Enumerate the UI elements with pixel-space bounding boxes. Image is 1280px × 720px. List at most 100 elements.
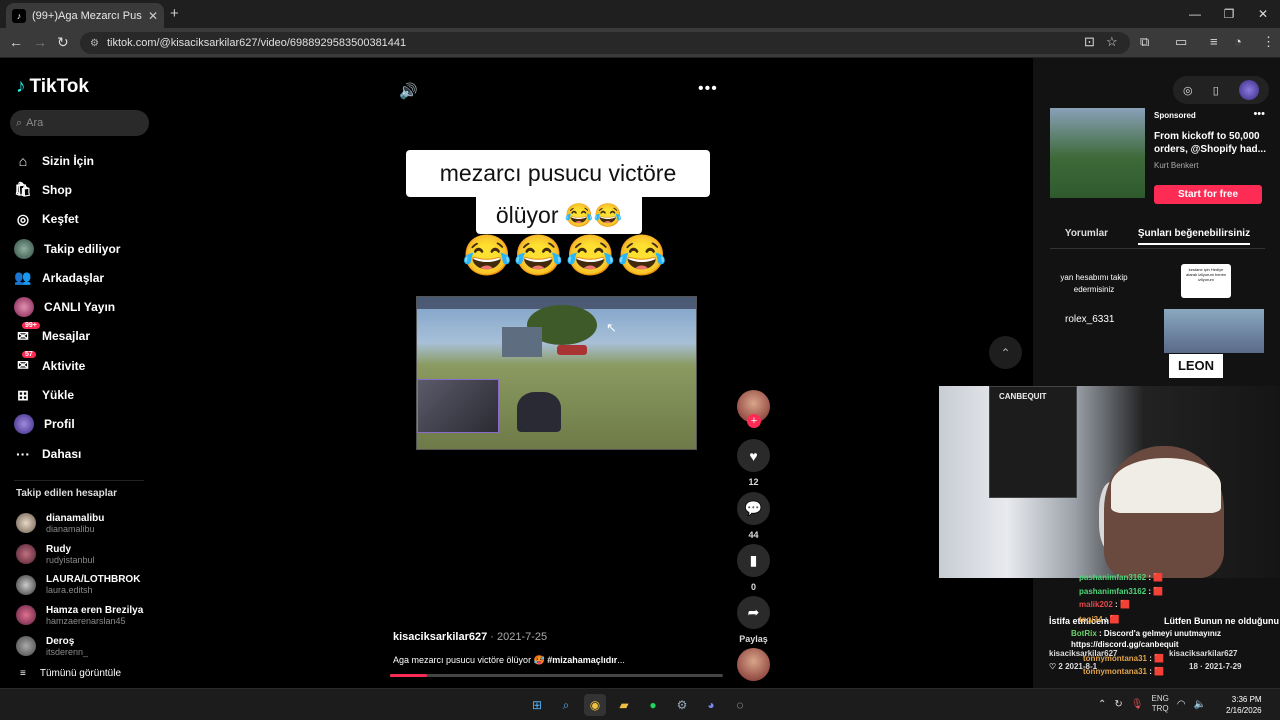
menu-item-for-you[interactable]: ⌂ Sizin İçin [14,146,120,175]
start-icon[interactable]: ⊞ [526,694,548,716]
chat-message: pashanimfan3162 : 🟥 [1079,587,1163,596]
chrome-icon[interactable]: ◉ [584,694,606,716]
game-player [517,392,561,432]
menu-item-following[interactable]: Takip ediliyor [14,234,120,263]
menu-item-shop[interactable]: 🛍 Shop [14,175,120,204]
recommendation-text-1[interactable]: yan hesabımı takip edermisiniz [1055,272,1133,296]
url-field[interactable]: ⚙ tiktok.com/@kisaciksarkilar627/video/6… [80,32,1130,54]
sound-avatar-button[interactable] [737,648,770,681]
chat-user: pashanimfan3162 [1079,573,1147,582]
spotify-icon[interactable]: ● [642,694,664,716]
obs-icon[interactable]: ◌ [729,694,751,716]
file-explorer-icon[interactable]: ▰ [613,694,635,716]
speaker-icon[interactable]: 🔈 [1194,699,1206,710]
volume-icon[interactable]: 🔊 [399,82,418,100]
minimize-icon[interactable]: — [1178,0,1212,28]
bookmark-star-icon[interactable]: ☆ [1106,34,1118,50]
account-item[interactable]: LAURA/LOTHBROK laura.editsh [16,569,143,600]
menu-item-explore[interactable]: ◎ Keşfet [14,205,120,234]
author-avatar: + [737,390,770,428]
back-icon[interactable]: ← [9,34,23,50]
previous-video-button[interactable]: ⌃ [989,336,1022,369]
search-taskbar-icon[interactable]: ⌕ [555,694,577,716]
menu-item-profile[interactable]: Profil [14,410,120,439]
menu-item-friends[interactable]: 👥 Arkadaşlar [14,263,120,292]
clock-time: 3:36 PM [1231,695,1262,704]
compass-small-icon[interactable]: ◎ [1183,84,1193,97]
tiktok-logo[interactable]: ♪ TikTok [16,76,89,98]
browser-menu-icon[interactable]: ⋮ [1262,34,1275,50]
ad-more-icon[interactable]: ••• [1253,108,1265,120]
restore-icon[interactable]: ❐ [1212,0,1246,28]
sound-avatar [737,648,770,681]
site-info-icon[interactable]: ⚙ [90,38,99,49]
chat-message: pashanimfan3162 : 🟥 [1079,573,1163,582]
forward-icon[interactable]: → [33,34,47,50]
save-count: 0 [750,582,756,592]
ad-thumbnail[interactable] [1050,108,1145,198]
account-handle: dianamalibu [46,523,95,534]
view-all-link[interactable]: ≡ Tümünü görüntüle [20,668,121,679]
menu-item-activity[interactable]: ✉ 57 Aktivite [14,351,120,380]
device-icon[interactable]: ▯ [1213,84,1219,97]
comment-button[interactable]: 💬 [737,492,770,525]
sponsored-ad[interactable]: Sponsored ••• From kickoff to 50,000 ord… [1050,108,1266,208]
microphone-icon[interactable]: 🎙 [1131,699,1144,710]
network-icon[interactable]: ↻ [1114,699,1122,710]
media-icon[interactable]: ≡ [1210,34,1218,49]
like-action: ♥ 12 [737,439,770,487]
menu-item-live[interactable]: CANLI Yayın [14,292,120,321]
menu-item-more[interactable]: ··· Dahası [14,439,120,468]
discord-icon[interactable]: ◕ [700,694,722,716]
account-item[interactable]: Rudy rudyistanbul [16,539,143,570]
chat-text: : [1104,615,1108,624]
menu-item-messages[interactable]: ✉ 99+ Mesajlar [14,321,120,351]
save-button[interactable]: ▮ [737,544,770,577]
tab-comments[interactable]: Yorumlar [1065,228,1108,245]
close-tab-icon[interactable]: ✕ [148,9,158,23]
menu-item-upload[interactable]: ⊞ Yükle [14,380,120,409]
reload-icon[interactable]: ↻ [57,34,69,51]
video-progress-bar[interactable] [390,674,723,677]
search-input[interactable]: ⌕ Ara [10,110,149,136]
language-indicator[interactable]: ENG TRQ [1151,694,1168,714]
split-view-icon[interactable]: ▭ [1175,34,1187,50]
video-gameplay[interactable] [416,296,697,450]
author-avatar-button[interactable]: + [737,390,770,428]
extensions-icon[interactable]: ⧉ [1140,34,1149,50]
tray-chevron-icon[interactable]: ⌃ [1098,699,1106,710]
friends-icon: 👥 [14,269,32,286]
settings-icon[interactable]: ⚙ [671,694,693,716]
close-window-icon[interactable]: ✕ [1246,0,1280,28]
system-clock[interactable]: 3:36 PM 2/16/2026 [1226,694,1262,716]
start-for-free-button[interactable]: Start for free [1154,185,1262,204]
tab-you-may-like[interactable]: Şunları beğenebilirsiniz [1137,228,1251,245]
user-avatar[interactable] [1238,80,1259,100]
new-tab-icon[interactable]: + [170,5,179,22]
recommendation-thumb-2[interactable] [1164,309,1264,353]
like-button[interactable]: ♥ [737,439,770,472]
follow-plus-icon[interactable]: + [747,414,761,428]
chat-text: : [1149,654,1152,663]
profile-icon[interactable]: ◔ [1234,34,1242,49]
wifi-icon[interactable]: ◠ [1177,699,1186,710]
video-author-line[interactable]: kisaciksarkilar627 · 2021-7-25 [393,631,547,643]
hashtag-link[interactable]: #mizahamaçlıdır [547,655,617,665]
install-app-icon[interactable]: ⊡ [1084,34,1095,50]
account-item[interactable]: dianamalibu dianamalibu [16,508,143,539]
chat-user: BotRix [1071,629,1097,638]
menu-label: Arkadaşlar [42,270,105,285]
share-button[interactable]: ➦ [737,596,770,629]
emote-icon: 🟥 [1153,573,1164,582]
account-handle: laura.editsh [46,585,93,596]
recommendation-thumb-1[interactable]: kestane için Hediye atarak izliyorum ben… [1181,264,1231,298]
video-more-icon[interactable]: ••• [698,80,718,98]
emote-icon: 🟥 [1153,587,1164,596]
streamer-cap [1111,458,1221,513]
mouse-cursor-icon: ↖ [606,320,617,335]
browser-tab[interactable]: ♪ (99+)Aga Mezarcı Pusucu Victö ✕ [6,3,164,28]
recommendation-text-2[interactable]: rolex_6331 [1065,314,1114,325]
account-item[interactable]: Hamza eren Brezilya hamzaerenarslan45 [16,600,143,631]
account-item[interactable]: Deroş itsderenn_ [16,631,143,662]
comment-action: 💬 44 [737,492,770,540]
